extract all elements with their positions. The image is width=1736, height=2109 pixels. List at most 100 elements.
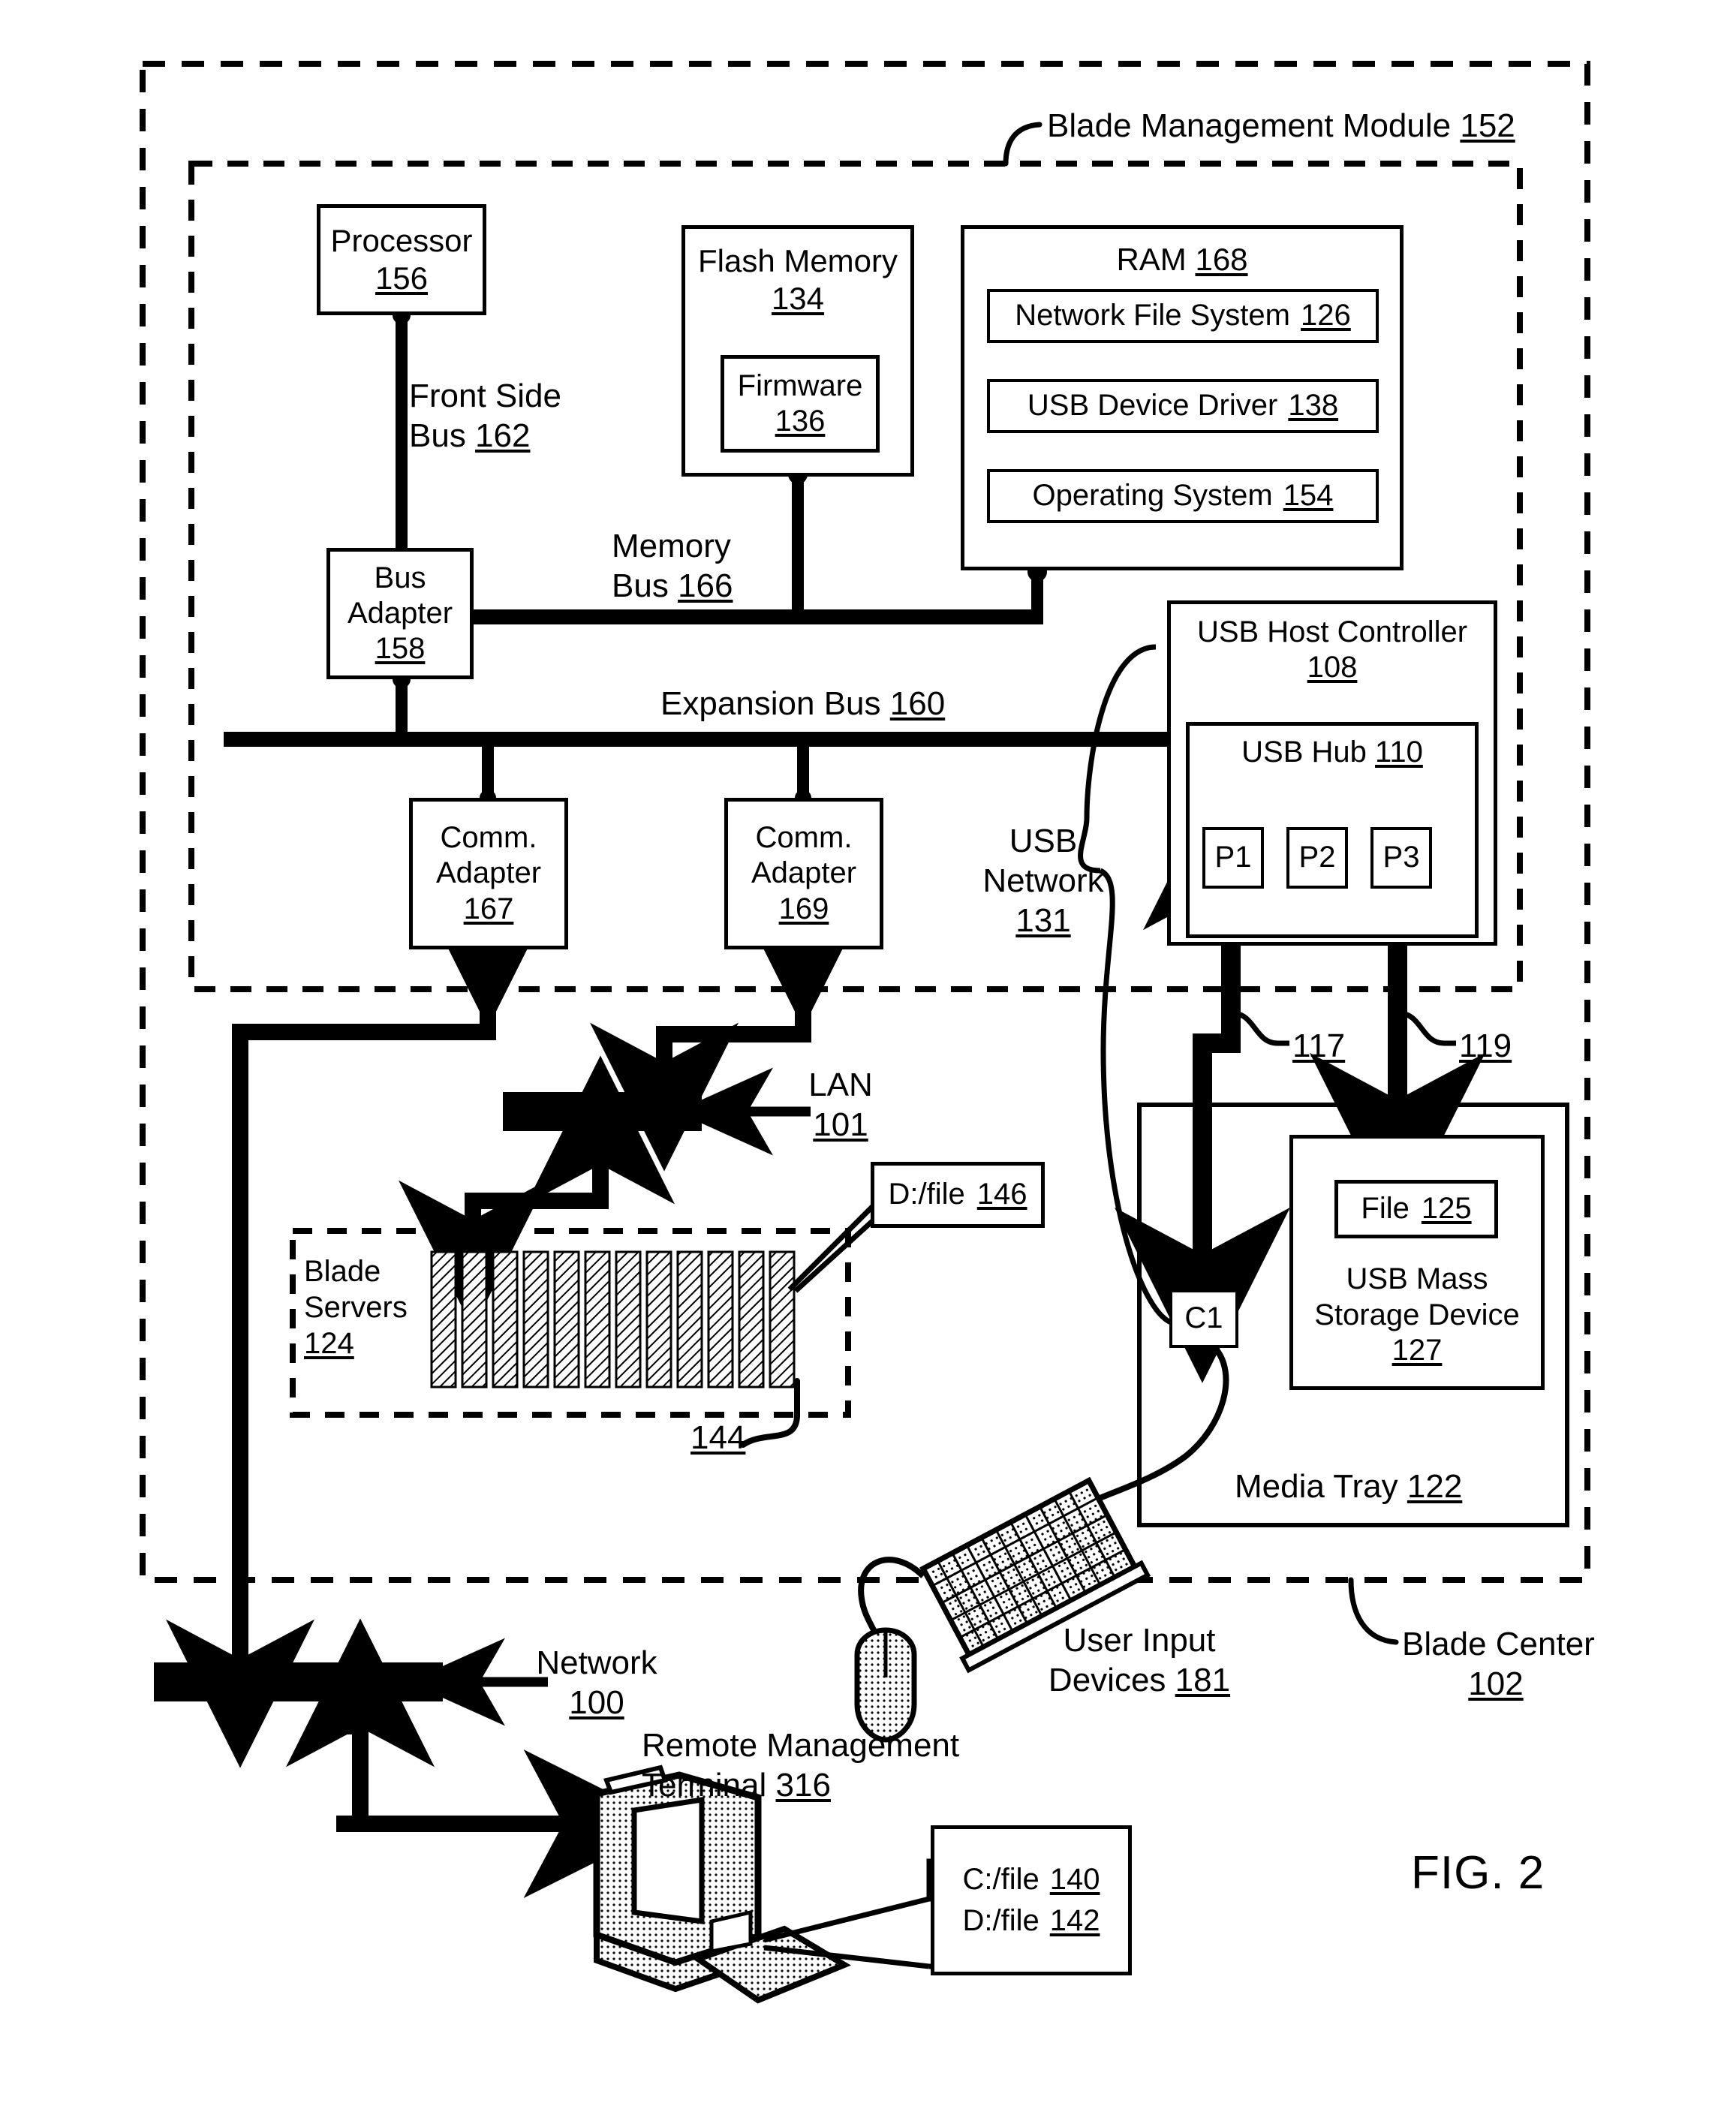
bmm-ref: 152 bbox=[1460, 107, 1515, 144]
processor-ref: 156 bbox=[375, 260, 429, 296]
blade-center-ref: 102 bbox=[1468, 1665, 1524, 1702]
network-file-system-box[interactable]: Network File System 126 bbox=[987, 289, 1379, 343]
dfile142-label: D:/file bbox=[962, 1904, 1039, 1937]
p2-label: P2 bbox=[1298, 841, 1336, 874]
front-side-bus-label: Front Side Bus 162 bbox=[409, 377, 561, 456]
memory-bus-line2: Bus bbox=[612, 567, 669, 604]
p1-label: P1 bbox=[1214, 841, 1252, 874]
media-tray-ref: 122 bbox=[1407, 1468, 1463, 1505]
operating-system-box[interactable]: Operating System 154 bbox=[987, 469, 1379, 523]
ca169-ref: 169 bbox=[778, 892, 829, 925]
flash-memory-ref: 134 bbox=[771, 280, 825, 316]
expansion-bus-text: Expansion Bus bbox=[660, 685, 881, 722]
comm-adapter-167-box[interactable]: Comm. Adapter 167 bbox=[409, 798, 568, 949]
bus-adapter-box[interactable]: Bus Adapter 158 bbox=[326, 548, 474, 679]
nfs-label: Network File System bbox=[1015, 299, 1290, 332]
lan-label: LAN 101 bbox=[788, 1066, 893, 1145]
udd-label: USB Device Driver bbox=[1027, 389, 1278, 423]
cfile140-ref: 140 bbox=[1049, 1862, 1100, 1896]
fsb-line1: Front Side bbox=[409, 378, 561, 414]
ram-ref: 168 bbox=[1195, 242, 1248, 277]
usb-network-ref: 131 bbox=[1015, 901, 1071, 939]
uhc-ref: 108 bbox=[1307, 651, 1358, 684]
bus-adapter-line1: Bus bbox=[374, 561, 426, 594]
usb-network-label: USB Network 131 bbox=[976, 822, 1111, 940]
blade-servers-line2: Servers bbox=[304, 1291, 408, 1324]
usb-port-p1[interactable]: P1 bbox=[1202, 827, 1264, 889]
umsd-line2: Storage Device bbox=[1314, 1298, 1520, 1331]
ram-title: RAM 168 bbox=[1116, 241, 1247, 278]
file125-label: File bbox=[1361, 1192, 1410, 1226]
firmware-box[interactable]: Firmware 136 bbox=[721, 355, 880, 453]
file-125-box[interactable]: File 125 bbox=[1334, 1180, 1498, 1238]
processor-label: Processor bbox=[330, 223, 473, 259]
ca169-line2: Adapter bbox=[751, 856, 857, 890]
network-label-text: Network bbox=[536, 1644, 657, 1681]
media-tray-text: Media Tray bbox=[1235, 1468, 1398, 1505]
bmm-label-text: Blade Management Module bbox=[1047, 107, 1452, 144]
p3-label: P3 bbox=[1382, 841, 1420, 874]
usb-link-117-ref: 117 bbox=[1292, 1027, 1346, 1064]
usb-device-driver-box[interactable]: USB Device Driver 138 bbox=[987, 379, 1379, 433]
usb-link-119-ref: 119 bbox=[1459, 1027, 1512, 1064]
lan-label-text: LAN bbox=[808, 1067, 873, 1103]
fsb-ref: 162 bbox=[475, 417, 531, 454]
comm-adapter-169-box[interactable]: Comm. Adapter 169 bbox=[724, 798, 883, 949]
network-ref: 100 bbox=[569, 1683, 624, 1721]
rmt-ref: 316 bbox=[775, 1766, 831, 1804]
usb-network-line2: Network bbox=[982, 862, 1104, 899]
usb-port-p2[interactable]: P2 bbox=[1286, 827, 1348, 889]
usb-hub-label: USB Hub bbox=[1241, 736, 1367, 769]
terminal-file-row-2: D:/file 142 bbox=[963, 1903, 1100, 1939]
blade-center-label: Blade Center 102 bbox=[1402, 1625, 1612, 1704]
memory-bus-line1: Memory bbox=[612, 528, 731, 564]
file125-ref: 125 bbox=[1421, 1192, 1472, 1226]
bus-adapter-line2: Adapter bbox=[347, 596, 453, 630]
blade-servers-label: Blade Servers 124 bbox=[304, 1253, 408, 1361]
firmware-label: Firmware bbox=[737, 369, 863, 402]
uid-line1: User Input bbox=[1063, 1622, 1216, 1659]
processor-box[interactable]: Processor 156 bbox=[317, 204, 486, 315]
dfile146-ref: 146 bbox=[976, 1178, 1027, 1211]
os-ref: 154 bbox=[1283, 479, 1334, 513]
usb-network-line1: USB bbox=[1009, 823, 1078, 859]
umsd-line1: USB Mass bbox=[1346, 1262, 1488, 1296]
terminal-file-row-1: C:/file 140 bbox=[963, 1862, 1100, 1897]
dfile142-ref: 142 bbox=[1049, 1904, 1100, 1937]
connector-c1-box[interactable]: C1 bbox=[1169, 1289, 1238, 1348]
ram-label: RAM bbox=[1116, 242, 1187, 277]
expansion-bus-label: Expansion Bus 160 bbox=[660, 684, 945, 724]
usb-hub-title: USB Hub 110 bbox=[1241, 735, 1423, 770]
ca169-line1: Comm. bbox=[755, 821, 853, 855]
fsb-line2: Bus bbox=[409, 417, 466, 454]
uid-ref: 181 bbox=[1175, 1661, 1231, 1698]
udd-ref: 138 bbox=[1288, 389, 1339, 423]
callout-d-file-146-box[interactable]: D:/file 146 bbox=[871, 1162, 1045, 1228]
cfile140-label: C:/file bbox=[962, 1862, 1039, 1896]
umsd-ref: 127 bbox=[1392, 1333, 1443, 1367]
figure-caption: FIG. 2 bbox=[1411, 1847, 1545, 1899]
flash-memory-label: Flash Memory bbox=[697, 243, 898, 278]
lan-ref: 101 bbox=[813, 1106, 868, 1143]
network-label: Network 100 bbox=[525, 1644, 668, 1723]
c1-label: C1 bbox=[1184, 1301, 1223, 1335]
expansion-bus-ref: 160 bbox=[889, 685, 946, 722]
remote-management-terminal-label: Remote Management Terminal 316 bbox=[642, 1726, 959, 1806]
media-tray-label: Media Tray 122 bbox=[1235, 1467, 1462, 1507]
nfs-ref: 126 bbox=[1301, 299, 1351, 332]
usb-port-p3[interactable]: P3 bbox=[1370, 827, 1432, 889]
terminal-files-box[interactable]: C:/file 140 D:/file 142 bbox=[931, 1825, 1132, 1975]
blade-management-module-label: Blade Management Module 152 bbox=[1047, 107, 1515, 146]
figure-canvas: Blade Management Module 152 Processor 15… bbox=[0, 0, 1736, 2109]
blade-servers-line1: Blade bbox=[304, 1255, 381, 1288]
memory-bus-ref: 166 bbox=[678, 567, 733, 604]
uhc-label: USB Host Controller bbox=[1196, 615, 1468, 648]
dfile146-label: D:/file bbox=[888, 1178, 965, 1211]
user-input-devices-label: User Input Devices 181 bbox=[1027, 1621, 1252, 1701]
ca167-line2: Adapter bbox=[435, 856, 542, 890]
usb-hub-ref: 110 bbox=[1375, 736, 1423, 769]
rmt-line2: Terminal bbox=[642, 1766, 767, 1804]
blade-center-text: Blade Center bbox=[1402, 1626, 1595, 1662]
firmware-ref: 136 bbox=[775, 405, 826, 438]
usb-mass-storage-box[interactable]: USB Mass Storage Device 127 bbox=[1289, 1135, 1545, 1390]
